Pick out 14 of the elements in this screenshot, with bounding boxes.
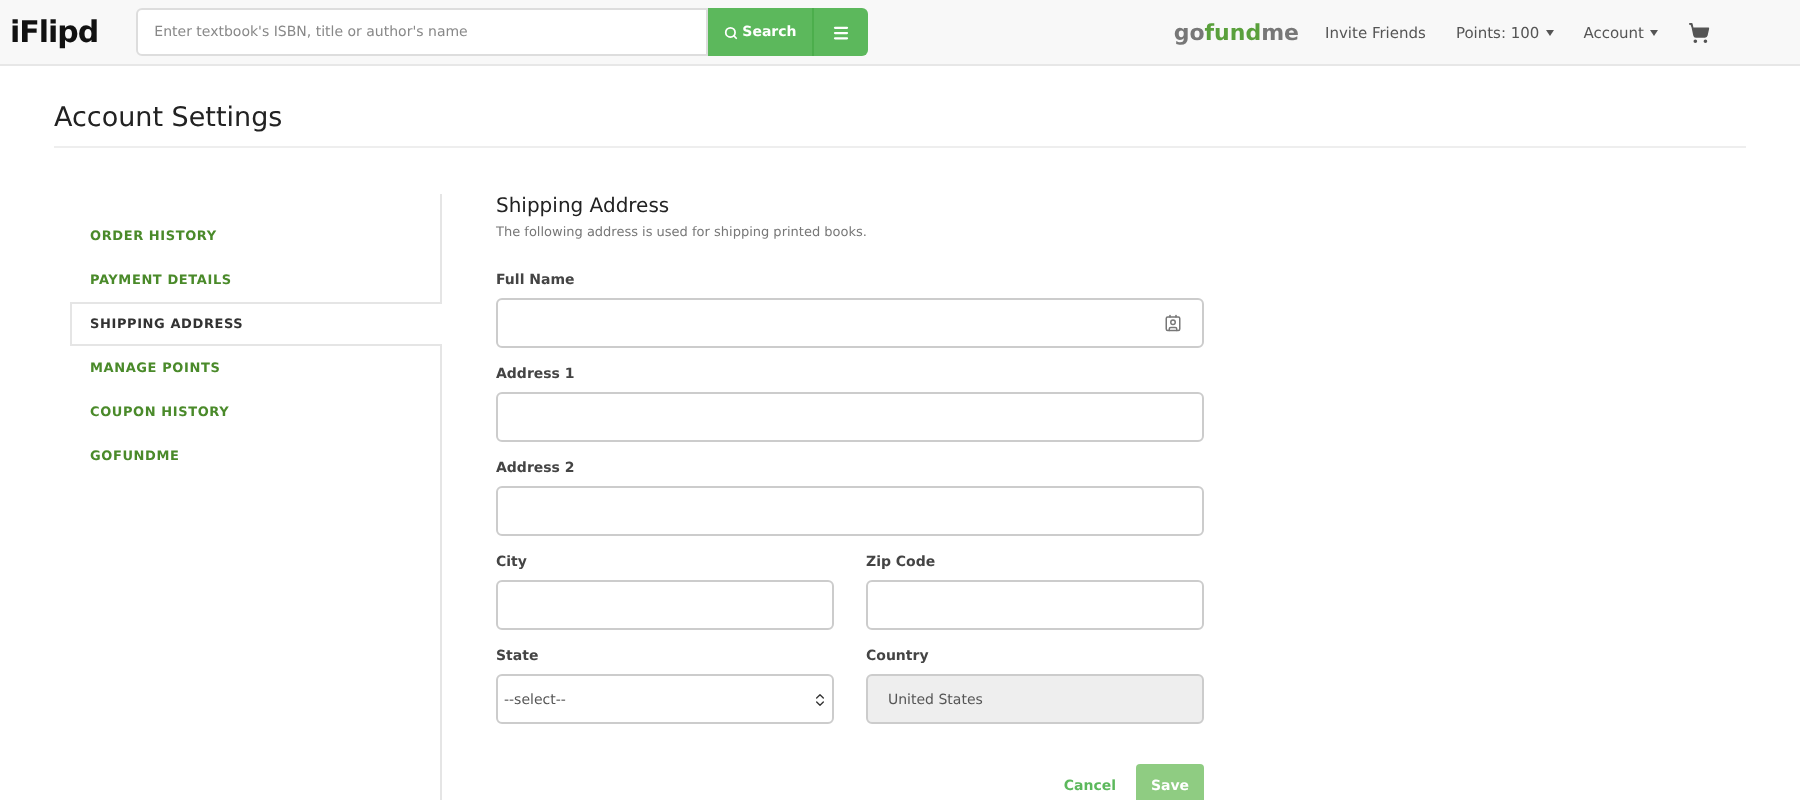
form-title: Shipping Address (496, 196, 672, 218)
input-field[interactable] (496, 486, 1204, 536)
input-field[interactable] (496, 392, 1204, 442)
menu-button[interactable] (812, 8, 869, 56)
cart-icon[interactable] (1688, 21, 1710, 43)
select-arrows-icon (812, 691, 828, 707)
logo[interactable]: iFlipd (10, 12, 99, 52)
input-field[interactable] (496, 580, 834, 630)
input-field[interactable] (496, 298, 1204, 348)
partner-logo[interactable]: gofundme (1173, 19, 1300, 45)
input-field[interactable] (866, 580, 1204, 630)
search-icon (724, 25, 739, 39)
page-title: Account Settings (54, 102, 1746, 148)
menu-icon (832, 23, 851, 41)
